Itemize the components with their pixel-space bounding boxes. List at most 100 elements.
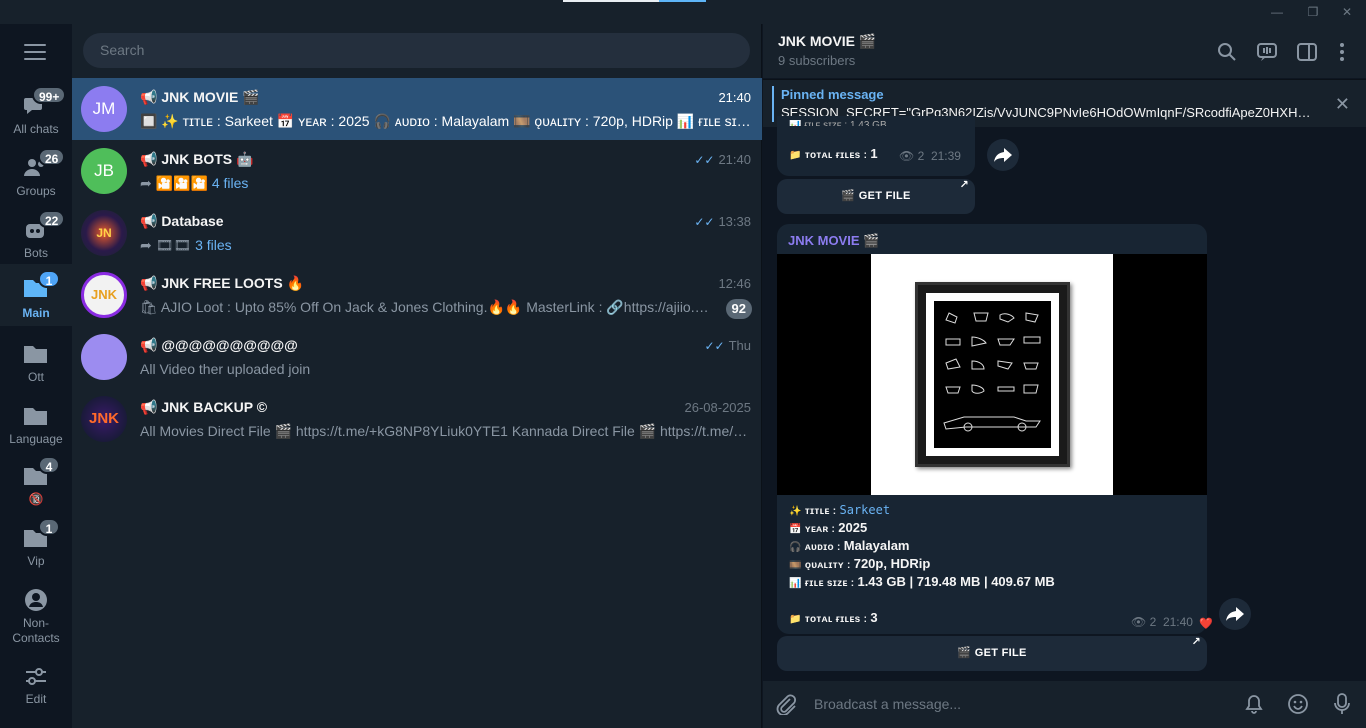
folder-label: Main [22,306,50,320]
message-input[interactable]: Broadcast a message... [814,696,961,712]
chat-time: 26-08-2025 [684,400,752,415]
chat-title: 📢 JNK BOTS 🤖 [140,151,254,167]
folder-non-contacts[interactable]: Non-Contacts [0,580,72,650]
close-icon[interactable]: ✕ [1335,94,1350,115]
chat-row[interactable]: JB 📢 JNK BOTS 🤖 ✓✓ 21:40 ➦ 🎦🎦🎦 4 files [72,140,762,202]
unread-badge: 92 [725,299,752,319]
get-file-button[interactable]: 🎬 GET FILE ↗ [777,179,975,214]
loading-bar [563,0,706,2]
chat-title: 📢 JNK BACKUP © [140,399,268,415]
views-icon: 👁 [899,149,915,163]
message-line: 🎧 ᴀᴜᴅɪᴏ : Malayalam [789,538,910,553]
message-partial-line: 📊 ғɪʟᴇ sɪᴢᴇ : 1.43 GB [789,120,887,126]
message-meta: 👁 2 21:40 [1131,615,1193,629]
user-circle-icon [25,589,47,611]
chat-list: Search JM 📢 JNK MOVIE 🎬 21:40 🔲 ✨ ᴛɪᴛʟᴇ … [72,24,762,728]
subscriber-count: 9 subscribers [778,53,856,68]
avatar: JNK [81,396,127,442]
folder-bots[interactable]: 22 Bots [0,210,72,272]
folder-ott[interactable]: Ott [0,334,72,396]
chat-header[interactable]: JNK MOVIE 🎬 9 subscribers [763,24,1366,78]
message-sender[interactable]: JNK MOVIE 🎬 [788,233,879,249]
folder-rail: 99+ All chats 26 Groups 22 Bots 1 Main O… [0,24,72,728]
folder-badge: 26 [38,148,66,166]
folder-all-chats[interactable]: 99+ All chats [0,86,72,148]
message-line: 📊 ғɪʟᴇ sɪᴢᴇ : 1.43 GB | 719.48 MB | 409.… [789,574,1055,589]
avatar: JN [81,210,127,256]
close-window-icon[interactable]: ✕ [1337,3,1357,21]
avatar [81,334,127,380]
more-vertical-icon[interactable] [1331,41,1353,63]
forward-button[interactable] [987,139,1019,171]
chat-time: 12:46 [718,276,751,291]
chat-time: ✓✓ 13:38 [694,214,751,229]
chat-preview: 🛍 AJIO Loot : Upto 85% Off On Jack & Jon… [140,299,710,315]
folder-edit[interactable]: Edit [0,656,72,718]
avatar: JM [81,86,127,132]
read-checks-icon: ✓✓ [694,153,715,167]
chat-title: 📢 Database [140,213,224,229]
search-icon[interactable] [1216,41,1238,63]
folder-label: All chats [13,122,59,136]
forward-icon [994,148,1012,162]
folder-language[interactable]: Language [0,396,72,458]
message-line: 📁 ᴛᴏᴛᴀʟ ғɪʟᴇs : 3 [789,610,878,625]
folder-label: Language [9,432,63,446]
hamburger-menu-icon[interactable] [24,44,46,60]
chat-time: ✓✓ Thu [704,338,751,353]
restore-icon[interactable]: ❐ [1303,3,1323,21]
folder-icon [24,408,47,425]
folder-label: Vip [27,554,45,568]
folder-label: Groups [16,184,56,198]
chat-preview: ➦ 🎦🎦🎦 4 files [140,175,249,191]
folder-groups[interactable]: 26 Groups [0,148,72,210]
folder-badge: 99+ [32,86,67,104]
channel-title[interactable]: JNK MOVIE 🎬 [778,33,876,50]
message-composer: Broadcast a message... [763,681,1366,728]
get-file-button[interactable]: 🎬 GET FILE ↗ [777,636,1207,671]
avatar: JNK [81,272,127,318]
emoji-icon[interactable] [1287,693,1309,715]
folder-label: Ott [27,370,44,384]
folder-label: Bots [23,246,48,260]
chat-row[interactable]: 📢 @@@@@@@@@@ ✓✓ Thu All Video ther upload… [72,326,762,388]
chat-row[interactable]: JM 📢 JNK MOVIE 🎬 21:40 🔲 ✨ ᴛɪᴛʟᴇ : Sarke… [72,78,762,140]
message-line: 📁 ᴛᴏᴛᴀʟ ғɪʟᴇs : 1 [789,146,878,161]
minimize-icon[interactable]: — [1267,3,1287,21]
folder-main[interactable]: 1 Main [0,264,72,326]
message-meta: 👁 2 21:39 [899,149,961,163]
forward-icon [1226,607,1244,621]
read-checks-icon: ✓✓ [694,215,715,229]
sliders-icon [26,668,46,685]
racing-tracks-art [934,301,1051,448]
message-bubble: JNK MOVIE 🎬 ✨ ᴛɪᴛʟᴇ: Sarkeet 📅 ʏᴇᴀʀ: 2… [777,224,1213,634]
folder-icon [24,346,47,363]
pinned-label: Pinned message [781,87,884,102]
chat-pane: JNK MOVIE 🎬 9 subscribers Pinned message… [763,24,1366,728]
chat-time: 21:40 [718,90,751,105]
chat-row[interactable]: JN 📢 Database ✓✓ 13:38 ➦ 🎞🎞 3 files [72,202,762,264]
chat-preview: All Movies Direct File 🎬 https://t.me/+k… [140,423,752,439]
attach-icon[interactable] [775,693,797,715]
folder-badge: 1 [38,518,60,536]
forward-button[interactable] [1219,598,1251,630]
folder-badge: 1 [38,270,60,288]
chat-row[interactable]: JNK 📢 JNK FREE LOOTS 🔥 12:46 🛍 AJIO Loot… [72,264,762,326]
chat-row[interactable]: JNK 📢 JNK BACKUP © 26-08-2025 All Movies… [72,388,762,450]
folder-adult[interactable]: 4 🔞 [0,456,72,518]
chat-time: ✓✓ 21:40 [694,152,751,167]
search-input[interactable]: Search [83,33,750,68]
bell-icon[interactable] [1243,693,1265,715]
sidebar-toggle-icon[interactable] [1296,41,1318,63]
chat-title: 📢 JNK FREE LOOTS 🔥 [140,275,304,291]
folder-vip[interactable]: 1 Vip [0,518,72,580]
heart-reaction[interactable]: ❤️ [1199,617,1213,630]
folder-label: Non-Contacts [12,616,60,645]
read-checks-icon: ✓✓ [704,339,725,353]
chat-preview: 🔲 ✨ ᴛɪᴛʟᴇ : Sarkeet 📅 ʏᴇᴀʀ : 2025 🎧 ᴀᴜᴅɪ… [140,113,752,129]
avatar: JB [81,148,127,194]
folder-label: Edit [25,692,47,706]
microphone-icon[interactable] [1331,692,1353,716]
movie-poster-image[interactable] [777,254,1207,495]
live-stream-icon[interactable] [1256,41,1278,63]
